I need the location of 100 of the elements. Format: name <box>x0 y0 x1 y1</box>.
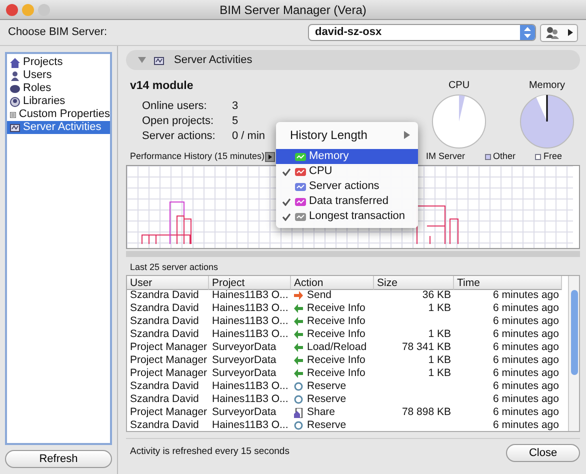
table-cell-text: 78 898 KB <box>400 406 452 419</box>
table-cell-text: SurveyorData <box>211 367 278 380</box>
sidebar-item[interactable]: Users <box>7 69 110 82</box>
table-cell-text: 6 minutes ago <box>492 419 560 431</box>
table-cell-text: Haines11B3 O... <box>211 315 290 328</box>
table-cell: Send <box>291 289 374 302</box>
minimize-icon[interactable] <box>22 4 34 16</box>
table-cell-text: SurveyorData <box>211 341 278 354</box>
table-cell-text: 1 KB <box>427 354 452 367</box>
table-cell-text: 6 minutes ago <box>492 289 560 302</box>
table-cell-text: Szandra David <box>129 419 200 431</box>
submenu-arrow-icon <box>404 131 410 139</box>
sidebar-item[interactable]: Projects <box>7 56 110 69</box>
disclosure-icon[interactable] <box>138 57 146 63</box>
legend-label: IM Server <box>426 150 465 164</box>
table-cell-text: Haines11B3 O... <box>211 328 290 341</box>
stepper-icon <box>524 27 531 38</box>
menu-item[interactable]: Data transferred <box>276 194 418 209</box>
table-cell-text: Haines11B3 O... <box>211 419 290 431</box>
table-cell-text: 6 minutes ago <box>492 367 560 380</box>
table-cell-text: 6 minutes ago <box>492 380 560 393</box>
table-cell-text: Szandra David <box>129 302 200 315</box>
person-icon <box>10 70 20 80</box>
refresh-button[interactable]: Refresh <box>5 450 112 468</box>
close-icon[interactable] <box>6 4 18 16</box>
library-icon <box>10 96 20 106</box>
table-cell-text: Szandra David <box>129 289 200 302</box>
table-cell: Share <box>291 406 374 419</box>
close-button[interactable]: Close <box>506 444 580 462</box>
menu-item[interactable]: Memory <box>276 149 418 164</box>
legend-label: Other <box>492 150 516 164</box>
table-cell: Receive Info <box>291 302 374 315</box>
table-cell: Reserve <box>291 419 374 431</box>
stat-label: Server actions: <box>142 129 216 143</box>
menu-button[interactable] <box>264 152 275 162</box>
column-header[interactable]: Action <box>291 276 374 290</box>
window-title: BIM Server Manager (Vera) <box>220 2 366 18</box>
table-cell: Receive Info <box>291 354 374 367</box>
user-action-button[interactable] <box>540 24 578 42</box>
share-icon <box>294 408 304 418</box>
column-header[interactable]: Project <box>209 276 291 290</box>
roles-icon <box>10 84 20 94</box>
table-cell-text: Szandra David <box>129 328 200 341</box>
table-cell-text: SurveyorData <box>211 406 278 419</box>
chart-icon <box>154 56 166 64</box>
table-cell-text: Haines11B3 O... <box>211 393 290 406</box>
graph-label: Performance History (15 minutes) <box>130 150 265 164</box>
table-cell-text: Project Manager <box>129 354 208 367</box>
table-cell-text: Szandra David <box>129 380 200 393</box>
table-cell-text: 6 minutes ago <box>492 406 560 419</box>
menu-item[interactable]: Server actions <box>276 179 418 194</box>
table-cell-text: Haines11B3 O... <box>211 302 290 315</box>
status-text: Activity is refreshed every 15 seconds <box>130 445 290 460</box>
menu-item[interactable]: History Length <box>276 126 418 144</box>
table-cell-text: Project Manager <box>129 367 208 380</box>
sidebar-item[interactable]: Roles <box>7 82 110 95</box>
menu-item[interactable]: CPU <box>276 164 418 179</box>
table-cell-text: Project Manager <box>129 341 208 354</box>
stat-value: 5 <box>232 114 238 128</box>
ring-icon <box>294 420 304 430</box>
table-caption: Last 25 server actions <box>129 261 220 274</box>
table-cell-text: Project Manager <box>129 406 208 419</box>
table-cell-text: Haines11B3 O... <box>211 380 290 393</box>
server-dropdown[interactable]: david-sz-osx <box>308 24 536 41</box>
table-cell: Receive Info <box>291 367 374 380</box>
table-cell: Receive Info <box>291 315 374 328</box>
stat-value: 3 <box>232 99 238 113</box>
sidebar-item[interactable]: Server Activities <box>7 121 110 134</box>
column-header[interactable]: Time <box>454 276 562 290</box>
house-icon <box>10 58 20 68</box>
column-header[interactable]: User <box>127 276 209 290</box>
table-cell-text: 6 minutes ago <box>492 393 560 406</box>
table-cell-text: 6 minutes ago <box>492 328 560 341</box>
arrow-icon <box>568 29 573 36</box>
table-cell-text: 78 341 KB <box>400 341 452 354</box>
sidebar-item[interactable]: Custom Properties <box>7 108 110 121</box>
legend-label: Free <box>543 150 562 164</box>
users-icon <box>545 26 560 39</box>
stat-value: 0 / min <box>232 129 266 143</box>
zoom-icon[interactable] <box>38 4 50 16</box>
pie-drawing <box>518 93 576 150</box>
table-cell: Receive Info <box>291 328 374 341</box>
stat-label: Open projects: <box>142 114 215 128</box>
table-cell-text: Szandra David <box>129 315 200 328</box>
sidebar-item[interactable]: Libraries <box>7 95 110 108</box>
column-header[interactable]: Size <box>374 276 454 290</box>
table-cell-text: Szandra David <box>129 393 200 406</box>
stat-label: Online users: <box>142 99 208 113</box>
pie-title: CPU <box>448 79 470 93</box>
table-cell: Reserve <box>291 380 374 393</box>
table-cell-text: 1 KB <box>427 302 452 315</box>
table-cell-text: 6 minutes ago <box>492 315 560 328</box>
pie-title: Memory <box>528 79 566 93</box>
table-cell-text: 6 minutes ago <box>492 302 560 315</box>
table-cell-text: 6 minutes ago <box>492 341 560 354</box>
pie-drawing <box>430 93 488 150</box>
scrollbar[interactable] <box>568 276 579 431</box>
table-cell-text: 6 minutes ago <box>492 354 560 367</box>
table-cell-text: 1 KB <box>427 367 452 380</box>
menu-item[interactable]: Longest transaction <box>276 209 418 224</box>
